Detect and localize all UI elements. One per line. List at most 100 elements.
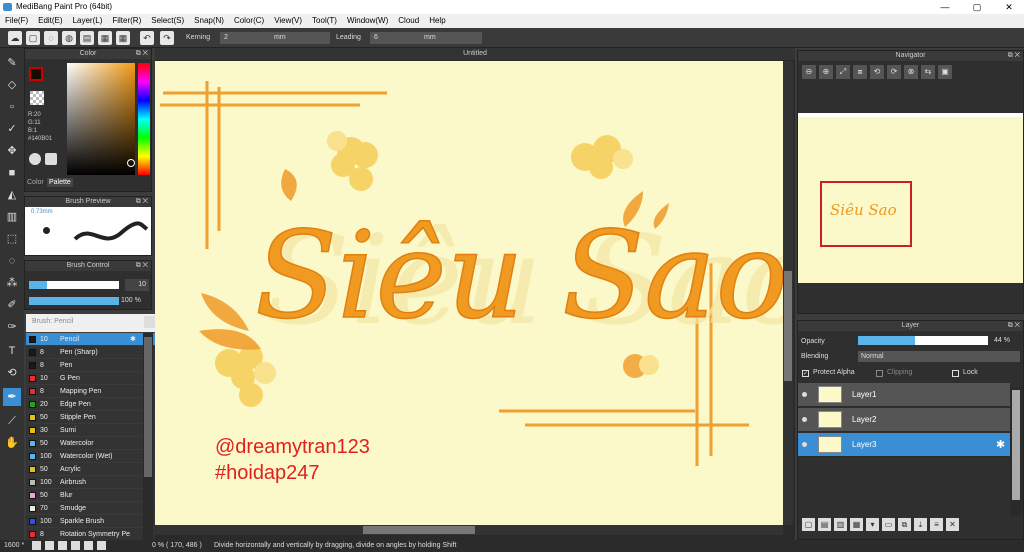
menu-file[interactable]: File(F) xyxy=(0,14,33,28)
eyedropper-icon[interactable] xyxy=(45,153,57,165)
hand-tool-icon[interactable]: ✋ xyxy=(3,434,21,452)
menu-filter[interactable]: Filter(R) xyxy=(107,14,146,28)
close-icon[interactable]: ⧉ ✕ xyxy=(1008,51,1020,61)
speech-bubble-icon-2[interactable]: ◍ xyxy=(62,31,76,45)
status-copy-icon[interactable] xyxy=(71,541,80,550)
brush-size-slider[interactable] xyxy=(29,281,119,289)
text-tool-icon[interactable]: T xyxy=(3,342,21,360)
new-8bit-layer-icon[interactable]: ▥ xyxy=(834,518,847,531)
hue-slider[interactable] xyxy=(138,63,150,175)
menu-view[interactable]: View(V) xyxy=(269,14,307,28)
actual-size-icon[interactable]: ⧈ xyxy=(853,65,867,79)
eyedropper-tool-icon[interactable]: ⟋ xyxy=(3,412,21,430)
clipping-checkbox[interactable] xyxy=(876,370,883,377)
trash-icon[interactable]: ✕ xyxy=(946,518,959,531)
status-layer-icon[interactable] xyxy=(58,541,67,550)
brush-size-value[interactable]: 10 xyxy=(125,279,149,291)
layers-view-icon[interactable]: ▣ xyxy=(938,65,952,79)
saturation-value-picker[interactable] xyxy=(67,63,135,175)
gear-icon[interactable]: ✱ xyxy=(130,333,136,346)
brush-tool-icon[interactable]: ✎ xyxy=(3,54,21,72)
close-icon[interactable]: ⧉ ✕ xyxy=(136,197,148,207)
tab-palette[interactable]: Palette xyxy=(47,178,73,187)
new-file-icon[interactable]: ▢ xyxy=(26,31,40,45)
new-layer-icon[interactable]: ▢ xyxy=(802,518,815,531)
status-rotate-icon[interactable] xyxy=(45,541,54,550)
zoom-in-icon[interactable]: ⊕ xyxy=(819,65,833,79)
new-1bit-layer-icon[interactable]: ▦ xyxy=(850,518,863,531)
eraser-tool-icon[interactable]: ◇ xyxy=(3,76,21,94)
blending-select[interactable]: Normal xyxy=(858,351,1020,362)
pen-tool-icon[interactable]: ✒ xyxy=(3,388,21,406)
layer-row-layer2[interactable]: Layer2 xyxy=(798,408,1010,432)
foreground-color-swatch[interactable] xyxy=(29,67,43,81)
gradient-tool-icon[interactable]: ▥ xyxy=(3,208,21,226)
canvas-horizontal-scrollbar[interactable] xyxy=(155,525,783,535)
background-color-swatch[interactable] xyxy=(30,91,44,105)
duplicate-layer-icon[interactable]: ⧉ xyxy=(898,518,911,531)
select-pen-tool-icon[interactable]: ✐ xyxy=(3,296,21,314)
visibility-eye-icon[interactable] xyxy=(802,392,807,397)
status-gear-icon[interactable] xyxy=(32,541,41,550)
move-tool-icon[interactable]: ✥ xyxy=(3,142,21,160)
layer-opacity-slider[interactable] xyxy=(858,336,988,345)
edit-tool-icon[interactable]: ✓ xyxy=(3,120,21,138)
fill-tool-icon[interactable]: ◭ xyxy=(3,186,21,204)
rotate-right-icon[interactable]: ⟳ xyxy=(887,65,901,79)
status-page-icon[interactable] xyxy=(84,541,93,550)
menu-color[interactable]: Color(C) xyxy=(229,14,269,28)
leading-unit-select[interactable]: mm xyxy=(420,32,482,44)
operation-tool-icon[interactable]: ⟲ xyxy=(3,364,21,382)
layer-settings-icon[interactable]: ≡ xyxy=(930,518,943,531)
menu-window[interactable]: Window(W) xyxy=(342,14,393,28)
fit-icon[interactable]: ⤢ xyxy=(836,65,850,79)
rotate-left-icon[interactable]: ⟲ xyxy=(870,65,884,79)
cloud-icon[interactable]: ☁ xyxy=(8,31,22,45)
menu-snap[interactable]: Snap(N) xyxy=(189,14,229,28)
menu-select[interactable]: Select(S) xyxy=(146,14,189,28)
speech-bubble-icon[interactable]: ◌ xyxy=(44,31,58,45)
dot-tool-icon[interactable]: ▫ xyxy=(3,98,21,116)
magic-wand-tool-icon[interactable]: ⁂ xyxy=(3,274,21,292)
menu-edit[interactable]: Edit(E) xyxy=(33,14,67,28)
kerning-unit-select[interactable]: mm xyxy=(270,32,330,44)
rectangle-tool-icon[interactable]: ■ xyxy=(3,164,21,182)
layer-row-layer3[interactable]: Layer3 ✱ xyxy=(798,433,1010,457)
close-icon[interactable]: ⧉ ✕ xyxy=(1008,321,1020,331)
new-halftone-layer-icon[interactable]: ▤ xyxy=(818,518,831,531)
undo-icon[interactable]: ↶ xyxy=(140,31,154,45)
menu-cloud[interactable]: Cloud xyxy=(393,14,424,28)
redo-icon[interactable]: ↷ xyxy=(160,31,174,45)
leading-field[interactable]: 6 xyxy=(370,32,420,44)
select-tool-icon[interactable]: ⬚ xyxy=(3,230,21,248)
menu-layer[interactable]: Layer(L) xyxy=(68,14,108,28)
brush-opacity-slider[interactable] xyxy=(29,297,119,305)
grid-icon[interactable]: ▦ xyxy=(98,31,112,45)
select-eraser-tool-icon[interactable]: ✑ xyxy=(3,318,21,336)
close-icon[interactable]: ⧉ ✕ xyxy=(136,49,148,59)
zoom-out-icon[interactable]: ⊖ xyxy=(802,65,816,79)
kerning-field[interactable]: 2 xyxy=(220,32,270,44)
layer-row-layer1[interactable]: Layer1 xyxy=(798,383,1010,407)
menu-help[interactable]: Help xyxy=(424,14,450,28)
menu-tool[interactable]: Tool(T) xyxy=(307,14,342,28)
flip-icon[interactable]: ⇆ xyxy=(921,65,935,79)
minimize-button[interactable]: — xyxy=(930,0,960,14)
color-picker-cursor[interactable] xyxy=(127,159,135,167)
brush-list-scrollbar[interactable] xyxy=(143,333,153,540)
folder-icon[interactable]: ▭ xyxy=(882,518,895,531)
layer-list-scrollbar[interactable] xyxy=(1010,388,1022,516)
lock-checkbox[interactable] xyxy=(952,370,959,377)
close-button[interactable]: ✕ xyxy=(994,0,1024,14)
status-window-icon[interactable] xyxy=(97,541,106,550)
lasso-tool-icon[interactable]: ◌ xyxy=(3,252,21,270)
close-icon[interactable]: ⧉ ✕ xyxy=(136,261,148,271)
frame-icon[interactable]: ▤ xyxy=(80,31,94,45)
grid-icon-2[interactable]: ▦ xyxy=(116,31,130,45)
canvas-vertical-scrollbar[interactable] xyxy=(783,61,793,525)
layer-type-dropdown-icon[interactable]: ▾ xyxy=(866,518,879,531)
protect-alpha-checkbox[interactable]: ✓ xyxy=(802,370,809,377)
navigator-viewport-box[interactable]: Siêu Sao xyxy=(820,181,912,247)
merge-layer-icon[interactable]: ⤓ xyxy=(914,518,927,531)
maximize-button[interactable]: ▢ xyxy=(962,0,992,14)
